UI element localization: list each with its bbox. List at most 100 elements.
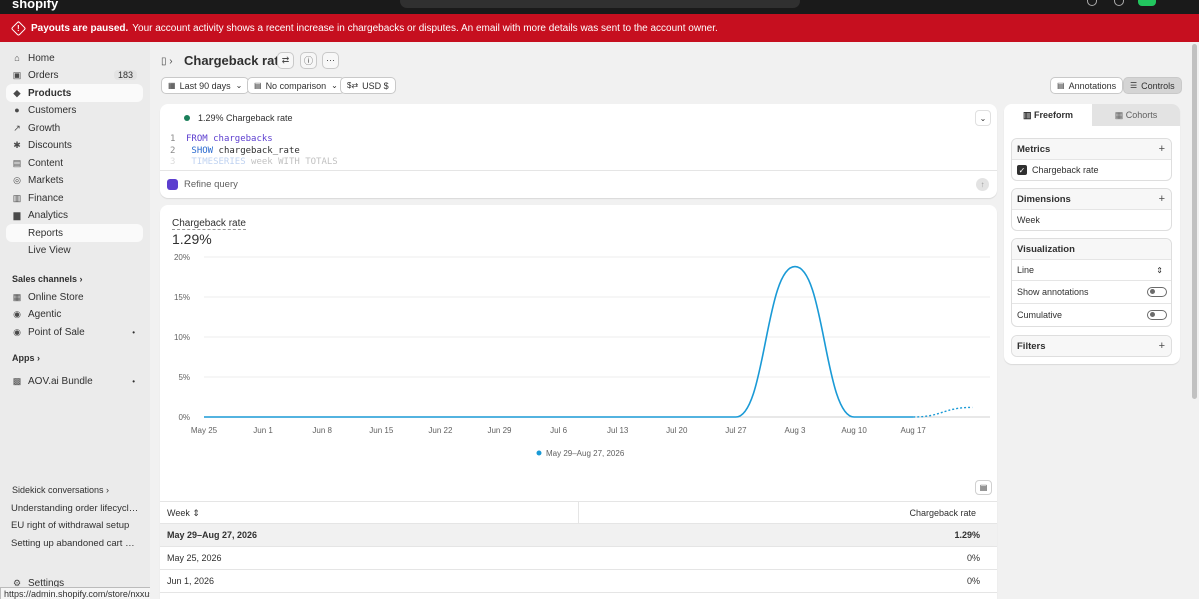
- tab-cohorts[interactable]: ▦ Cohorts: [1092, 104, 1180, 126]
- chevron-down-icon: ⌄: [331, 81, 338, 90]
- refine-query-bar[interactable]: Refine query ↑: [160, 170, 997, 198]
- products-icon: ◆: [13, 87, 21, 98]
- finance-icon: ▥: [12, 192, 22, 203]
- controls-button[interactable]: ☰ Controls: [1123, 77, 1182, 94]
- store-icon: ▦: [12, 291, 22, 302]
- x-tick-label: Jun 29: [487, 426, 512, 435]
- info-icon[interactable]: ⓘ: [300, 52, 317, 69]
- query-label: 1.29% Chargeback rate: [184, 113, 293, 123]
- arrow-up-icon[interactable]: ↑: [976, 178, 989, 191]
- visualization-heading: Visualization: [1017, 243, 1075, 255]
- code-line: 3 TIMESERIES week WITH TOTALS: [170, 157, 338, 167]
- apps-heading[interactable]: Apps ›: [12, 353, 40, 363]
- sidekick-icon: [167, 179, 178, 190]
- sidebar-item-aov-bundle[interactable]: ▩ AOV.ai Bundle •: [6, 372, 143, 390]
- table-row: Jun 1, 2026 0%: [160, 570, 997, 593]
- shopify-logo[interactable]: shopify: [12, 0, 58, 11]
- banner-bold: Payouts are paused.: [31, 22, 129, 34]
- currency-button[interactable]: $⇄ USD $: [340, 77, 396, 94]
- query-editor[interactable]: 1 FROM chargebacks 2 SHOW chargeback_rate…: [170, 134, 338, 169]
- sidebar-item-live-view[interactable]: Live View: [6, 241, 143, 259]
- switch-icon[interactable]: ⇄: [277, 52, 294, 69]
- avatar[interactable]: [1138, 0, 1156, 6]
- x-tick-label: May 25: [191, 426, 218, 435]
- visualization-select[interactable]: Line ⇕: [1012, 259, 1171, 280]
- x-tick-label: Jun 8: [312, 426, 332, 435]
- table-row: May 25, 2026 0%: [160, 547, 997, 570]
- x-tick-label: Jun 1: [253, 426, 273, 435]
- sidebar-item-customers[interactable]: ● Customers: [6, 101, 143, 119]
- sidebar-item-agentic[interactable]: ◉ Agentic: [6, 305, 143, 323]
- sidekick-icon[interactable]: [1114, 0, 1124, 6]
- sidebar-item-analytics[interactable]: ▆ Analytics: [6, 206, 143, 224]
- chart-card: Chargeback rate 1.29% 0% 5% 10% 15% 20% May 2…: [160, 205, 997, 599]
- comparison-button[interactable]: ▤ No comparison ⌄: [247, 77, 345, 94]
- sidebar-item-finance[interactable]: ▥ Finance: [6, 189, 143, 207]
- sidebar-item-content[interactable]: ▤ Content: [6, 154, 143, 172]
- legend-dot: [536, 450, 542, 456]
- sidekick-heading[interactable]: Sidekick conversations ›: [12, 485, 109, 495]
- conversation-item[interactable]: EU right of withdrawal setup: [11, 520, 139, 531]
- cumulative-toggle[interactable]: [1147, 310, 1167, 320]
- line-chart: 0% 5% 10% 15% 20% May 25 Jun 1 Jun 8 Jun 15 Jun 2…: [174, 253, 990, 458]
- pos-icon: ◉: [13, 326, 21, 337]
- sidebar-item-online-store[interactable]: ▦ Online Store: [6, 288, 143, 306]
- customers-icon: ●: [14, 105, 20, 115]
- week-column-header[interactable]: Week ⇕: [167, 508, 200, 519]
- x-tick-label: Jul 20: [666, 426, 688, 435]
- bell-icon[interactable]: [1087, 0, 1097, 6]
- compare-icon: ▤: [254, 81, 262, 90]
- more-icon[interactable]: ⋯: [322, 52, 339, 69]
- conversation-item[interactable]: Understanding order lifecycle i...: [11, 503, 139, 514]
- annotation-icon: ▤: [1057, 81, 1065, 90]
- visualization-section: Visualization Line ⇕ Show annotations Cum…: [1011, 238, 1172, 327]
- collapse-button[interactable]: ⌄: [975, 110, 991, 126]
- search-bar[interactable]: [400, 0, 800, 8]
- show-annotations-row: Show annotations: [1012, 280, 1171, 303]
- add-filter-icon[interactable]: +: [1159, 340, 1165, 352]
- metrics-section: Metrics + ✓ Chargeback rate: [1011, 138, 1172, 181]
- add-dimension-icon[interactable]: +: [1159, 193, 1165, 205]
- metric-item[interactable]: ✓ Chargeback rate: [1012, 159, 1171, 180]
- table-toggle-icon[interactable]: ▤: [975, 480, 992, 495]
- rate-column-header[interactable]: Chargeback rate: [909, 508, 976, 518]
- calendar-icon: ▦: [168, 81, 176, 90]
- code-line: 1 FROM chargebacks: [170, 134, 273, 144]
- sidebar-item-point-of-sale[interactable]: ◉ Point of Sale •: [6, 323, 143, 341]
- x-tick-label: Aug 17: [901, 426, 927, 435]
- show-annotations-toggle[interactable]: [1147, 287, 1167, 297]
- sidebar-item-home[interactable]: ⌂ Home: [6, 49, 143, 67]
- x-tick-label: Jun 15: [369, 426, 394, 435]
- conversation-item[interactable]: Setting up abandoned cart aut...: [11, 538, 139, 549]
- series-line-projection: [913, 406, 973, 418]
- payouts-paused-banner: ! Payouts are paused. Your account activ…: [0, 14, 1199, 42]
- banner-text: Your account activity shows a recent inc…: [132, 22, 718, 34]
- dimension-item[interactable]: Week: [1012, 209, 1171, 230]
- x-tick-label: Aug 3: [785, 426, 806, 435]
- content-icon: ▤: [12, 157, 22, 168]
- status-dot: [184, 115, 190, 121]
- sidebar-item-reports[interactable]: Reports: [6, 224, 143, 242]
- annotations-button[interactable]: ▤ Annotations: [1050, 77, 1124, 94]
- cumulative-row: Cumulative: [1012, 303, 1171, 326]
- y-tick-label: 20%: [174, 253, 190, 262]
- controls-panel: ▥ Freeform ▦ Cohorts Metrics + ✓ Chargebac…: [1004, 104, 1180, 364]
- x-tick-label: Jul 13: [607, 426, 629, 435]
- filters-section: Filters +: [1011, 335, 1172, 357]
- y-tick-label: 0%: [178, 413, 190, 422]
- add-metric-icon[interactable]: +: [1159, 143, 1165, 155]
- currency-icon: $⇄: [347, 81, 359, 90]
- sidebar-item-orders[interactable]: ▣ Orders 183: [6, 66, 143, 84]
- checkbox-checked-icon[interactable]: ✓: [1017, 165, 1027, 175]
- report-breadcrumb[interactable]: ▯ ›: [161, 56, 173, 67]
- top-bar: shopify: [0, 0, 1199, 14]
- sales-channels-heading[interactable]: Sales channels ›: [12, 274, 83, 284]
- sidebar-item-markets[interactable]: ◎ Markets: [6, 171, 143, 189]
- sidebar-item-products[interactable]: ◆ Products: [6, 84, 143, 102]
- sidebar-item-growth[interactable]: ↗ Growth: [6, 119, 143, 137]
- sidebar-item-discounts[interactable]: ✱ Discounts: [6, 136, 143, 154]
- date-range-button[interactable]: ▦ Last 90 days ⌄: [161, 77, 250, 94]
- scrollbar[interactable]: [1190, 42, 1199, 599]
- analytics-icon: ▆: [13, 209, 21, 220]
- tab-freeform[interactable]: ▥ Freeform: [1004, 104, 1092, 126]
